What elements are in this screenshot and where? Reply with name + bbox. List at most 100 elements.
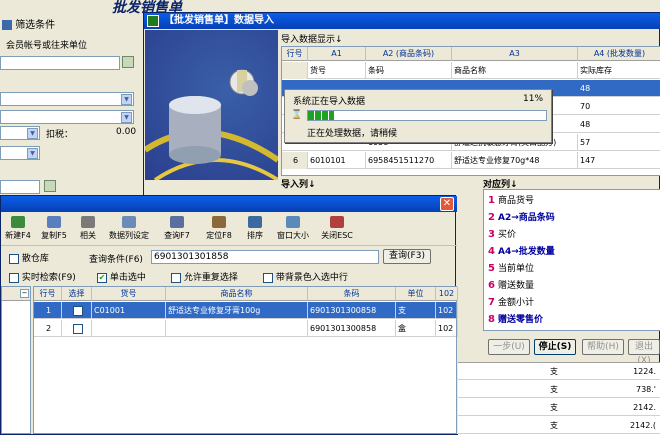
cell-select[interactable] [62,302,92,319]
table-row[interactable]: 2 6901301300858 盒 102 [34,320,458,337]
mode-checkbox[interactable] [9,253,19,264]
cell-a4: 48 [578,80,660,97]
col-header-a4[interactable]: A4 (批发数量) [578,47,660,61]
import-dialog-titlebar: 【批发销售单】数据导入 [144,13,660,29]
target-col-item[interactable]: 6 赠送数量 [488,277,656,294]
target-col-item[interactable]: 8 赠送零售价 [488,311,656,328]
row-checkbox[interactable] [72,305,83,316]
cell-a3: 商品名称 [452,62,578,79]
cell-a4: 48 [578,116,660,133]
col-header-a3[interactable]: A3 [452,47,578,61]
target-col-item[interactable]: 4 A4→批发数量 [488,243,656,260]
dropdown-3[interactable]: ▼ [0,126,40,140]
toolbar-label: 新建F4 [5,231,31,240]
col-header-name[interactable]: 商品名称 [166,287,308,301]
wizard-banner-image [143,30,280,182]
toolbar-button[interactable]: 排序 [241,216,269,241]
color-option[interactable]: 带背景色入选中行 [263,270,348,283]
import-grid-header: 行号 A1 A2 (商品条码) A3 A4 (批发数量) [282,47,660,61]
col-header-select[interactable]: 选择 [62,287,92,301]
cell-select[interactable] [62,320,92,337]
bottom-lookup-icon[interactable] [44,180,56,192]
target-col-number: 7 [488,297,495,308]
table-row[interactable]: 1 C01001 舒适达专业修复牙膏100g 6901301300858 支 1… [34,302,458,319]
target-col-item[interactable]: 7 金额小计 [488,294,656,311]
close-icon: ✕ [442,198,452,209]
account-label: 会员帐号或往来单位 [6,41,88,51]
toolbar-icon [11,216,25,228]
color-checkbox[interactable] [263,272,273,283]
account-lookup-icon[interactable] [122,56,134,68]
cell-value: 738.' [635,385,656,394]
close-button[interactable]: ✕ [440,197,454,211]
col-header-a2[interactable]: A2 (商品条码) [366,47,452,61]
exit-button[interactable]: 退出(X) [628,339,660,366]
target-col-label: 赠送零售价 [498,315,544,325]
table-row[interactable]: 支 738.' [458,381,660,398]
single-select-checkbox[interactable]: ✔ [97,272,107,283]
table-row[interactable]: 6 6010101 6958451511270 舒适达专业修复70g*48 14… [282,152,660,169]
target-col-item[interactable]: 2 A2→商品条码 [488,209,656,226]
target-col-item[interactable]: 5 当前单位 [488,260,656,277]
toolbar-label: 复制F5 [41,231,67,240]
col-header-row[interactable]: 行号 [34,287,62,301]
cell-unit: 支 [550,367,558,376]
query-button[interactable]: 查询(F3) [383,249,431,264]
col-header-barcode[interactable]: 条码 [308,287,396,301]
toolbar-button[interactable]: 数据列设定 [103,216,155,241]
table-row[interactable]: 支 2142. [458,399,660,416]
target-col-item[interactable]: 1 商品货号 [488,192,656,209]
col-header-unit[interactable]: 单位 [396,287,436,301]
target-col-number: 8 [488,314,495,325]
category-tree[interactable]: − [1,286,31,434]
realtime-option[interactable]: 实时检索(F9) [9,270,76,283]
toolbar-label: 定位F8 [206,231,232,240]
query-input[interactable]: 6901301301858 [151,250,379,264]
account-input[interactable] [0,56,120,70]
target-col-item[interactable]: 3 买价 [488,226,656,243]
col-header-code[interactable]: 货号 [92,287,166,301]
funnel-icon [2,20,12,30]
table-row[interactable]: 货号 条码 商品名称 实际库存 [282,62,660,79]
tree-expand-icon[interactable]: − [20,289,29,298]
chevron-down-icon: ▼ [121,94,132,105]
bottom-input[interactable] [0,180,40,194]
toolbar-button[interactable]: 新建F4 [3,216,33,241]
toolbar-button[interactable]: 复制F5 [35,216,73,241]
prev-button[interactable]: 一步(U) [488,339,530,355]
dropdown-2[interactable]: ▼ [0,110,134,124]
toolbar-button[interactable]: 定位F8 [199,216,239,241]
progress-popup: 系统正在导入数据 11% ⌛ 正在处理数据，请稍候 [284,89,552,143]
col-header-extra[interactable]: 102 [436,287,458,301]
allow-repeat-checkbox[interactable] [171,272,181,283]
toolbar-button[interactable]: 关闭ESC [317,216,357,241]
chevron-down-icon: ▼ [27,148,38,159]
col-header-row[interactable]: 行号 [282,47,308,61]
help-button[interactable]: 帮助(H) [582,339,624,355]
dropdown-1[interactable]: ▼ [0,92,134,106]
hourglass-icon: ⌛ [291,110,303,120]
table-row[interactable]: 支 2142.( [458,417,660,434]
import-display-title: 导入数据显示↓ [281,35,343,45]
col-header-a1[interactable]: A1 [308,47,366,61]
stop-button[interactable]: 停止(S) [534,339,576,355]
toolbar-button[interactable]: 查询F7 [157,216,197,241]
row-checkbox[interactable] [72,323,83,334]
cell-row-no: 2 [34,320,62,337]
allow-repeat-option[interactable]: 允许重复选择 [171,270,238,283]
table-row[interactable]: 支 1224. [458,363,660,380]
cell-a1: 6010101 [308,152,366,169]
target-col-number: 5 [488,263,495,274]
cell-extra: 102 [436,302,458,319]
toolbar-icon [170,216,184,228]
toolbar-icon [47,216,61,228]
single-select-option[interactable]: ✔ 单击选中 [97,270,146,283]
query-label: 查询条件(F6) [89,255,143,265]
dropdown-4[interactable]: ▼ [0,146,40,160]
realtime-checkbox[interactable] [9,272,19,283]
target-col-label: 商品货号 [498,196,535,206]
cell-row-no: 1 [34,302,62,319]
toolbar-button[interactable]: 相关 [75,216,101,241]
toolbar-button[interactable]: 窗口大小 [271,216,315,241]
target-col-label: 当前单位 [498,264,535,274]
